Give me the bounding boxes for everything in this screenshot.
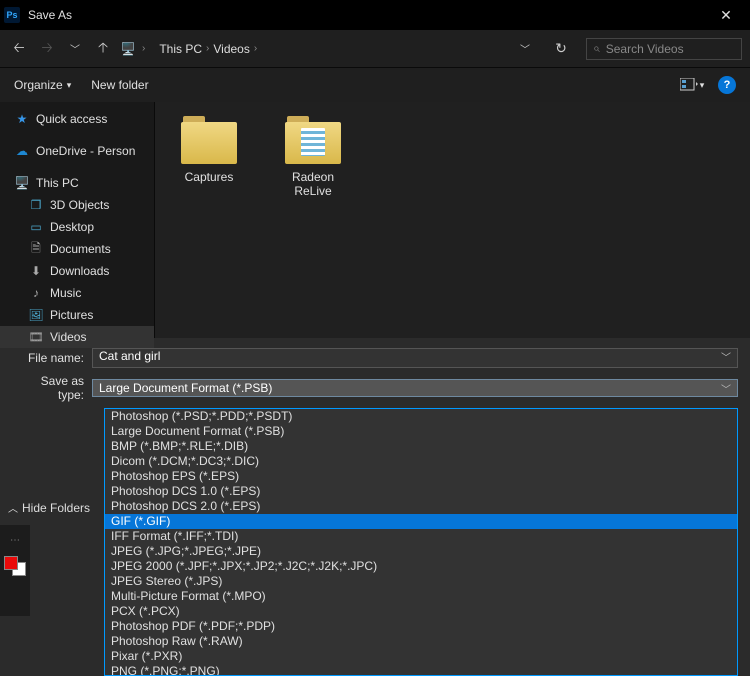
file-type-option[interactable]: BMP (*.BMP;*.RLE;*.DIB): [105, 439, 737, 454]
folder-icon: [283, 114, 343, 164]
forward-button[interactable]: 🡢: [36, 38, 58, 60]
file-name-label: File name:: [12, 351, 92, 365]
sidebar-item-videos[interactable]: 🎞Videos: [0, 326, 154, 348]
file-type-option[interactable]: Photoshop DCS 2.0 (*.EPS): [105, 499, 737, 514]
photoshop-logo-icon: Ps: [4, 7, 20, 23]
folder-captures[interactable]: Captures: [171, 114, 247, 326]
desktop-icon: ▭: [28, 219, 44, 235]
breadcrumb[interactable]: This PC › Videos ›: [151, 37, 508, 61]
sidebar-item-3d-objects[interactable]: ❒3D Objects: [0, 194, 154, 216]
file-type-option[interactable]: Photoshop (*.PSD;*.PDD;*.PSDT): [105, 409, 737, 424]
new-folder-button[interactable]: New folder: [91, 78, 148, 92]
file-type-option[interactable]: Dicom (*.DCM;*.DC3;*.DIC): [105, 454, 737, 469]
document-icon: 🗎: [28, 241, 44, 257]
save-as-type-select[interactable]: Large Document Format (*.PSB) ﹀: [92, 379, 738, 397]
monitor-icon: 🖥️: [14, 175, 30, 191]
chevron-right-icon: ›: [142, 43, 145, 54]
save-form: File name: Cat and girl ﹀ Save as type: …: [0, 338, 750, 676]
titlebar: Ps Save As ✕: [0, 0, 750, 30]
file-type-option[interactable]: Photoshop PDF (*.PDF;*.PDP): [105, 619, 737, 634]
monitor-icon: 🖥️: [120, 41, 136, 57]
star-icon: ★: [14, 111, 30, 127]
recent-locations-button[interactable]: ﹀: [64, 38, 86, 60]
file-type-option[interactable]: IFF Format (*.IFF;*.TDI): [105, 529, 737, 544]
crumb-this-pc[interactable]: This PC: [159, 42, 202, 56]
file-type-option[interactable]: Large Document Format (*.PSB): [105, 424, 737, 439]
file-type-dropdown-list[interactable]: Photoshop (*.PSD;*.PDD;*.PSDT)Large Docu…: [104, 408, 738, 676]
refresh-button[interactable]: ↻: [550, 38, 572, 60]
file-type-option[interactable]: Multi-Picture Format (*.MPO): [105, 589, 737, 604]
file-type-option[interactable]: JPEG (*.JPG;*.JPEG;*.JPE): [105, 544, 737, 559]
chevron-down-icon[interactable]: ﹀: [721, 349, 731, 364]
file-type-option[interactable]: Photoshop DCS 1.0 (*.EPS): [105, 484, 737, 499]
file-type-option[interactable]: Photoshop Raw (*.RAW): [105, 634, 737, 649]
sidebar-item-quick-access[interactable]: ★ Quick access: [0, 108, 154, 130]
back-button[interactable]: 🡠: [8, 38, 30, 60]
window-title: Save As: [28, 8, 72, 22]
save-as-type-label: Save as type:: [12, 374, 92, 402]
sidebar-item-this-pc[interactable]: 🖥️ This PC: [0, 172, 154, 194]
chevron-right-icon: ›: [206, 43, 209, 54]
close-button[interactable]: ✕: [706, 7, 746, 24]
file-type-option[interactable]: Photoshop EPS (*.EPS): [105, 469, 737, 484]
file-type-option[interactable]: JPEG 2000 (*.JPF;*.JPX;*.JP2;*.J2C;*.J2K…: [105, 559, 737, 574]
photoshop-tool-panel: ⋯: [0, 525, 30, 616]
cube-icon: ❒: [28, 197, 44, 213]
sidebar-item-downloads[interactable]: ⬇Downloads: [0, 260, 154, 282]
help-button[interactable]: ?: [718, 76, 736, 94]
video-icon: 🎞: [28, 329, 44, 345]
address-dropdown-button[interactable]: ﹀: [514, 38, 536, 60]
sidebar-item-pictures[interactable]: 🖼Pictures: [0, 304, 154, 326]
picture-icon: 🖼: [28, 307, 44, 323]
cloud-icon: ☁: [14, 143, 30, 159]
sidebar-item-desktop[interactable]: ▭Desktop: [0, 216, 154, 238]
download-icon: ⬇: [28, 263, 44, 279]
folder-icon: [179, 114, 239, 164]
file-type-option[interactable]: GIF (*.GIF): [105, 514, 737, 529]
caret-down-icon: ▾: [700, 80, 705, 91]
hide-folders-button[interactable]: ︿ Hide Folders: [8, 500, 90, 515]
folder-radeon-relive[interactable]: Radeon ReLive: [275, 114, 351, 326]
organize-button[interactable]: Organize ▾: [14, 78, 71, 92]
chevron-up-icon: ︿: [8, 500, 18, 515]
chevron-right-icon: ›: [254, 43, 257, 54]
foreground-color-swatch[interactable]: [4, 556, 18, 570]
sidebar-item-documents[interactable]: 🗎Documents: [0, 238, 154, 260]
sidebar: ★ Quick access ☁ OneDrive - Person 🖥️ Th…: [0, 102, 155, 338]
sidebar-item-onedrive[interactable]: ☁ OneDrive - Person: [0, 140, 154, 162]
file-view[interactable]: Captures Radeon ReLive: [155, 102, 750, 338]
search-placeholder: Search Videos: [606, 42, 684, 56]
caret-down-icon: ▾: [67, 80, 72, 91]
file-type-option[interactable]: PNG (*.PNG;*.PNG): [105, 664, 737, 676]
toolbar: Organize ▾ New folder ▾ ?: [0, 68, 750, 102]
sidebar-item-music[interactable]: ♪Music: [0, 282, 154, 304]
music-icon: ♪: [28, 285, 44, 301]
crumb-videos[interactable]: Videos: [213, 42, 249, 56]
file-type-option[interactable]: JPEG Stereo (*.JPS): [105, 574, 737, 589]
more-tools-icon[interactable]: ⋯: [10, 535, 20, 546]
view-options-button[interactable]: ▾: [678, 76, 706, 94]
file-name-input[interactable]: Cat and girl ﹀: [92, 348, 738, 368]
chevron-down-icon[interactable]: ﹀: [721, 381, 731, 396]
nav-bar: 🡠 🡢 ﹀ 🡡 🖥️ › This PC › Videos › ﹀ ↻ ⌕ Se…: [0, 30, 750, 68]
search-input[interactable]: ⌕ Search Videos: [586, 38, 742, 60]
file-type-option[interactable]: PCX (*.PCX): [105, 604, 737, 619]
file-type-option[interactable]: Pixar (*.PXR): [105, 649, 737, 664]
up-button[interactable]: 🡡: [92, 38, 114, 60]
search-icon: ⌕: [593, 41, 600, 56]
